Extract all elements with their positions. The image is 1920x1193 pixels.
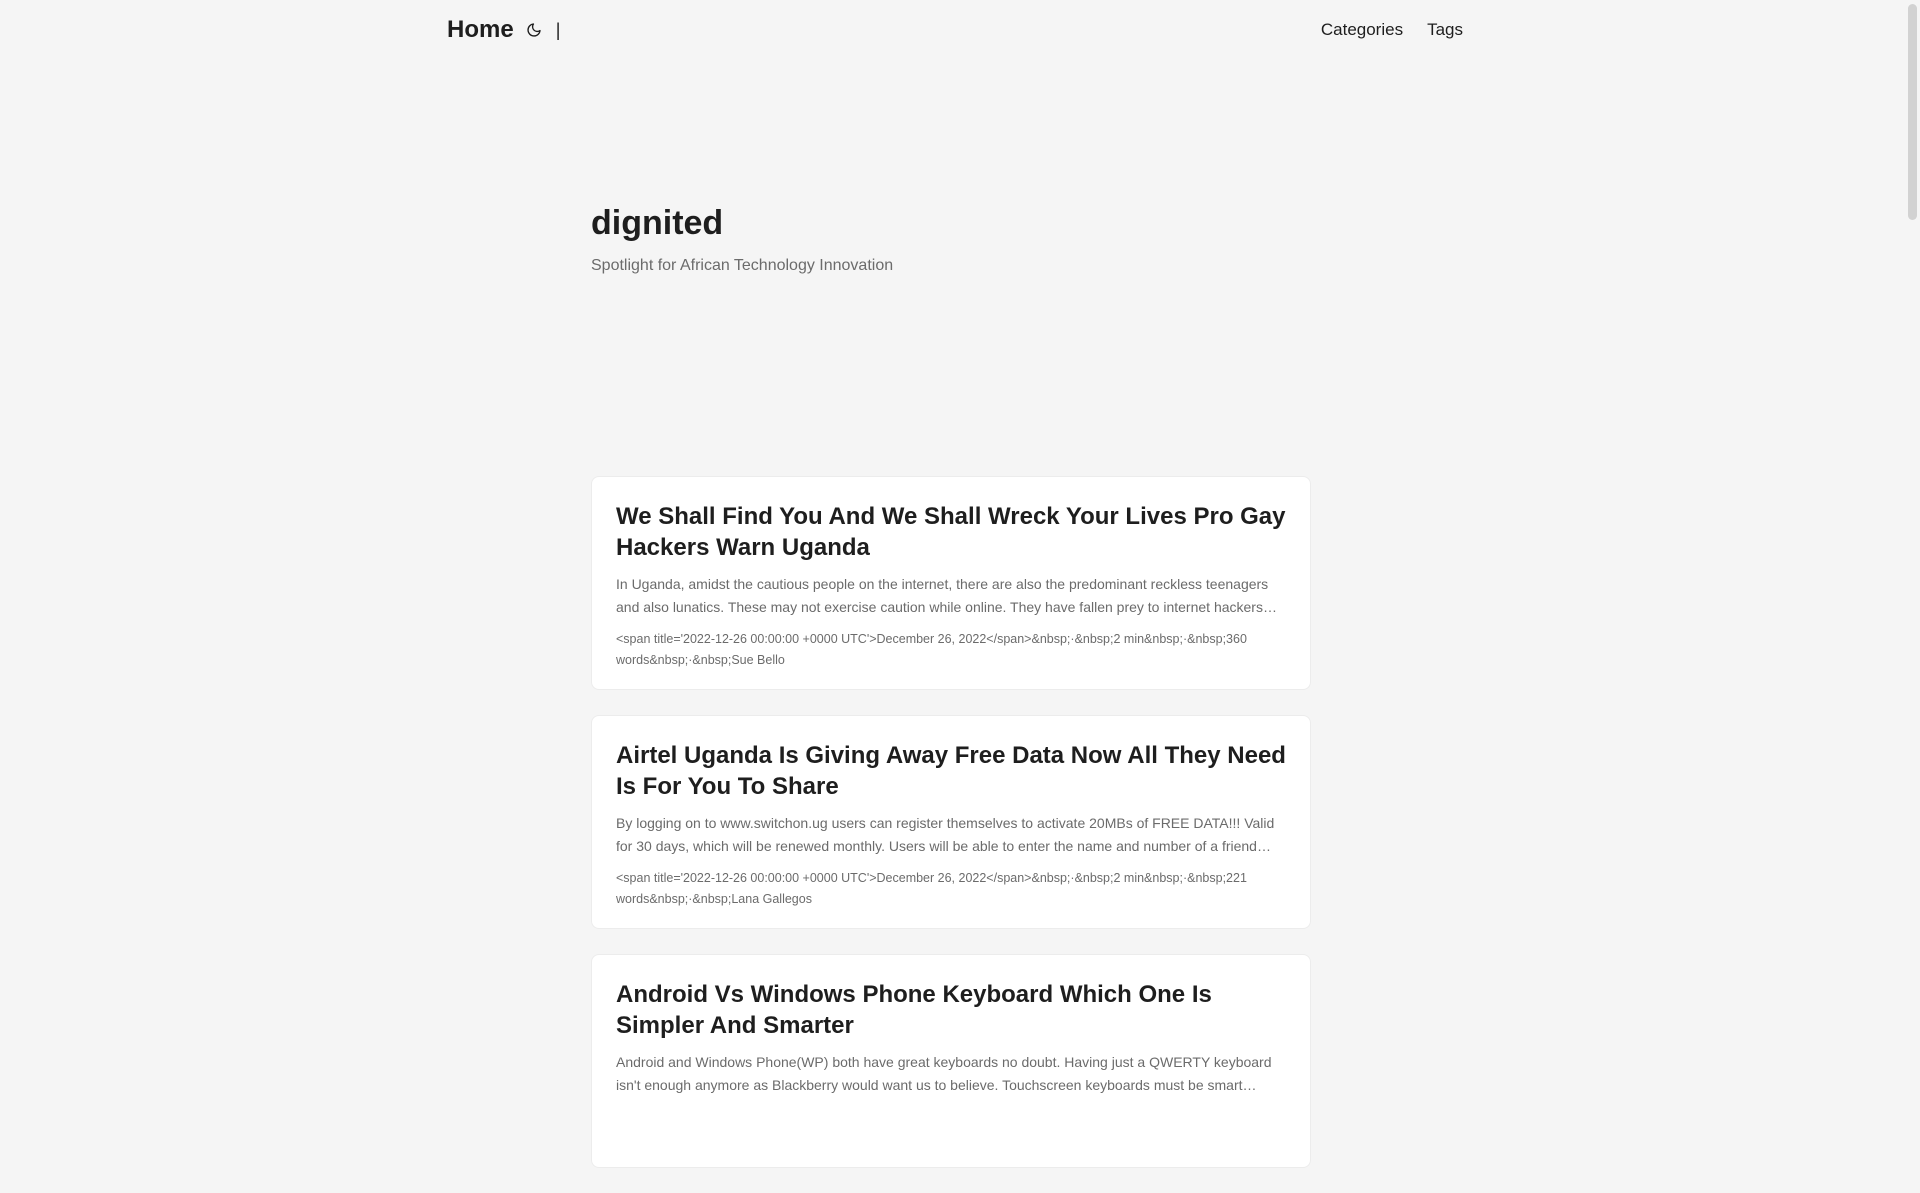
main-menu: Categories Tags [1321,20,1463,40]
site-title: dignited [591,204,724,242]
page-scrollbar[interactable] [1905,0,1920,1080]
scrollbar-thumb[interactable] [1908,4,1917,220]
site-header: Home | Categories Tags [447,0,1463,60]
moon-icon [527,23,541,37]
post-title[interactable]: We Shall Find You And We Shall Wreck You… [616,501,1286,563]
theme-toggle-button[interactable] [524,20,544,40]
home-info: dignited Spotlight for African Technolog… [591,204,1311,275]
site-description: Spotlight for African Technology Innovat… [591,257,894,274]
post-entry[interactable]: Android Vs Windows Phone Keyboard Which … [591,954,1311,1168]
post-meta: <span title='2022-12-26 00:00:00 +0000 U… [616,871,1247,906]
post-entry[interactable]: We Shall Find You And We Shall Wreck You… [591,476,1311,690]
post-title[interactable]: Android Vs Windows Phone Keyboard Which … [616,979,1286,1041]
home-link[interactable]: Home [447,16,514,44]
post-summary: By logging on to www.switchon.ug users c… [616,815,1275,854]
post-summary: Android and Windows Phone(WP) both have … [616,1054,1272,1093]
post-summary: In Uganda, amidst the cautious people on… [616,576,1277,615]
logo-area: Home | [447,16,560,44]
menu-item-tags[interactable]: Tags [1427,20,1463,40]
post-entry[interactable]: Airtel Uganda Is Giving Away Free Data N… [591,715,1311,929]
post-list: We Shall Find You And We Shall Wreck You… [591,476,1311,1193]
post-title[interactable]: Airtel Uganda Is Giving Away Free Data N… [616,740,1286,802]
separator: | [555,19,561,40]
post-meta: <span title='2022-12-26 00:00:00 +0000 U… [616,632,1247,667]
menu-item-categories[interactable]: Categories [1321,20,1403,40]
